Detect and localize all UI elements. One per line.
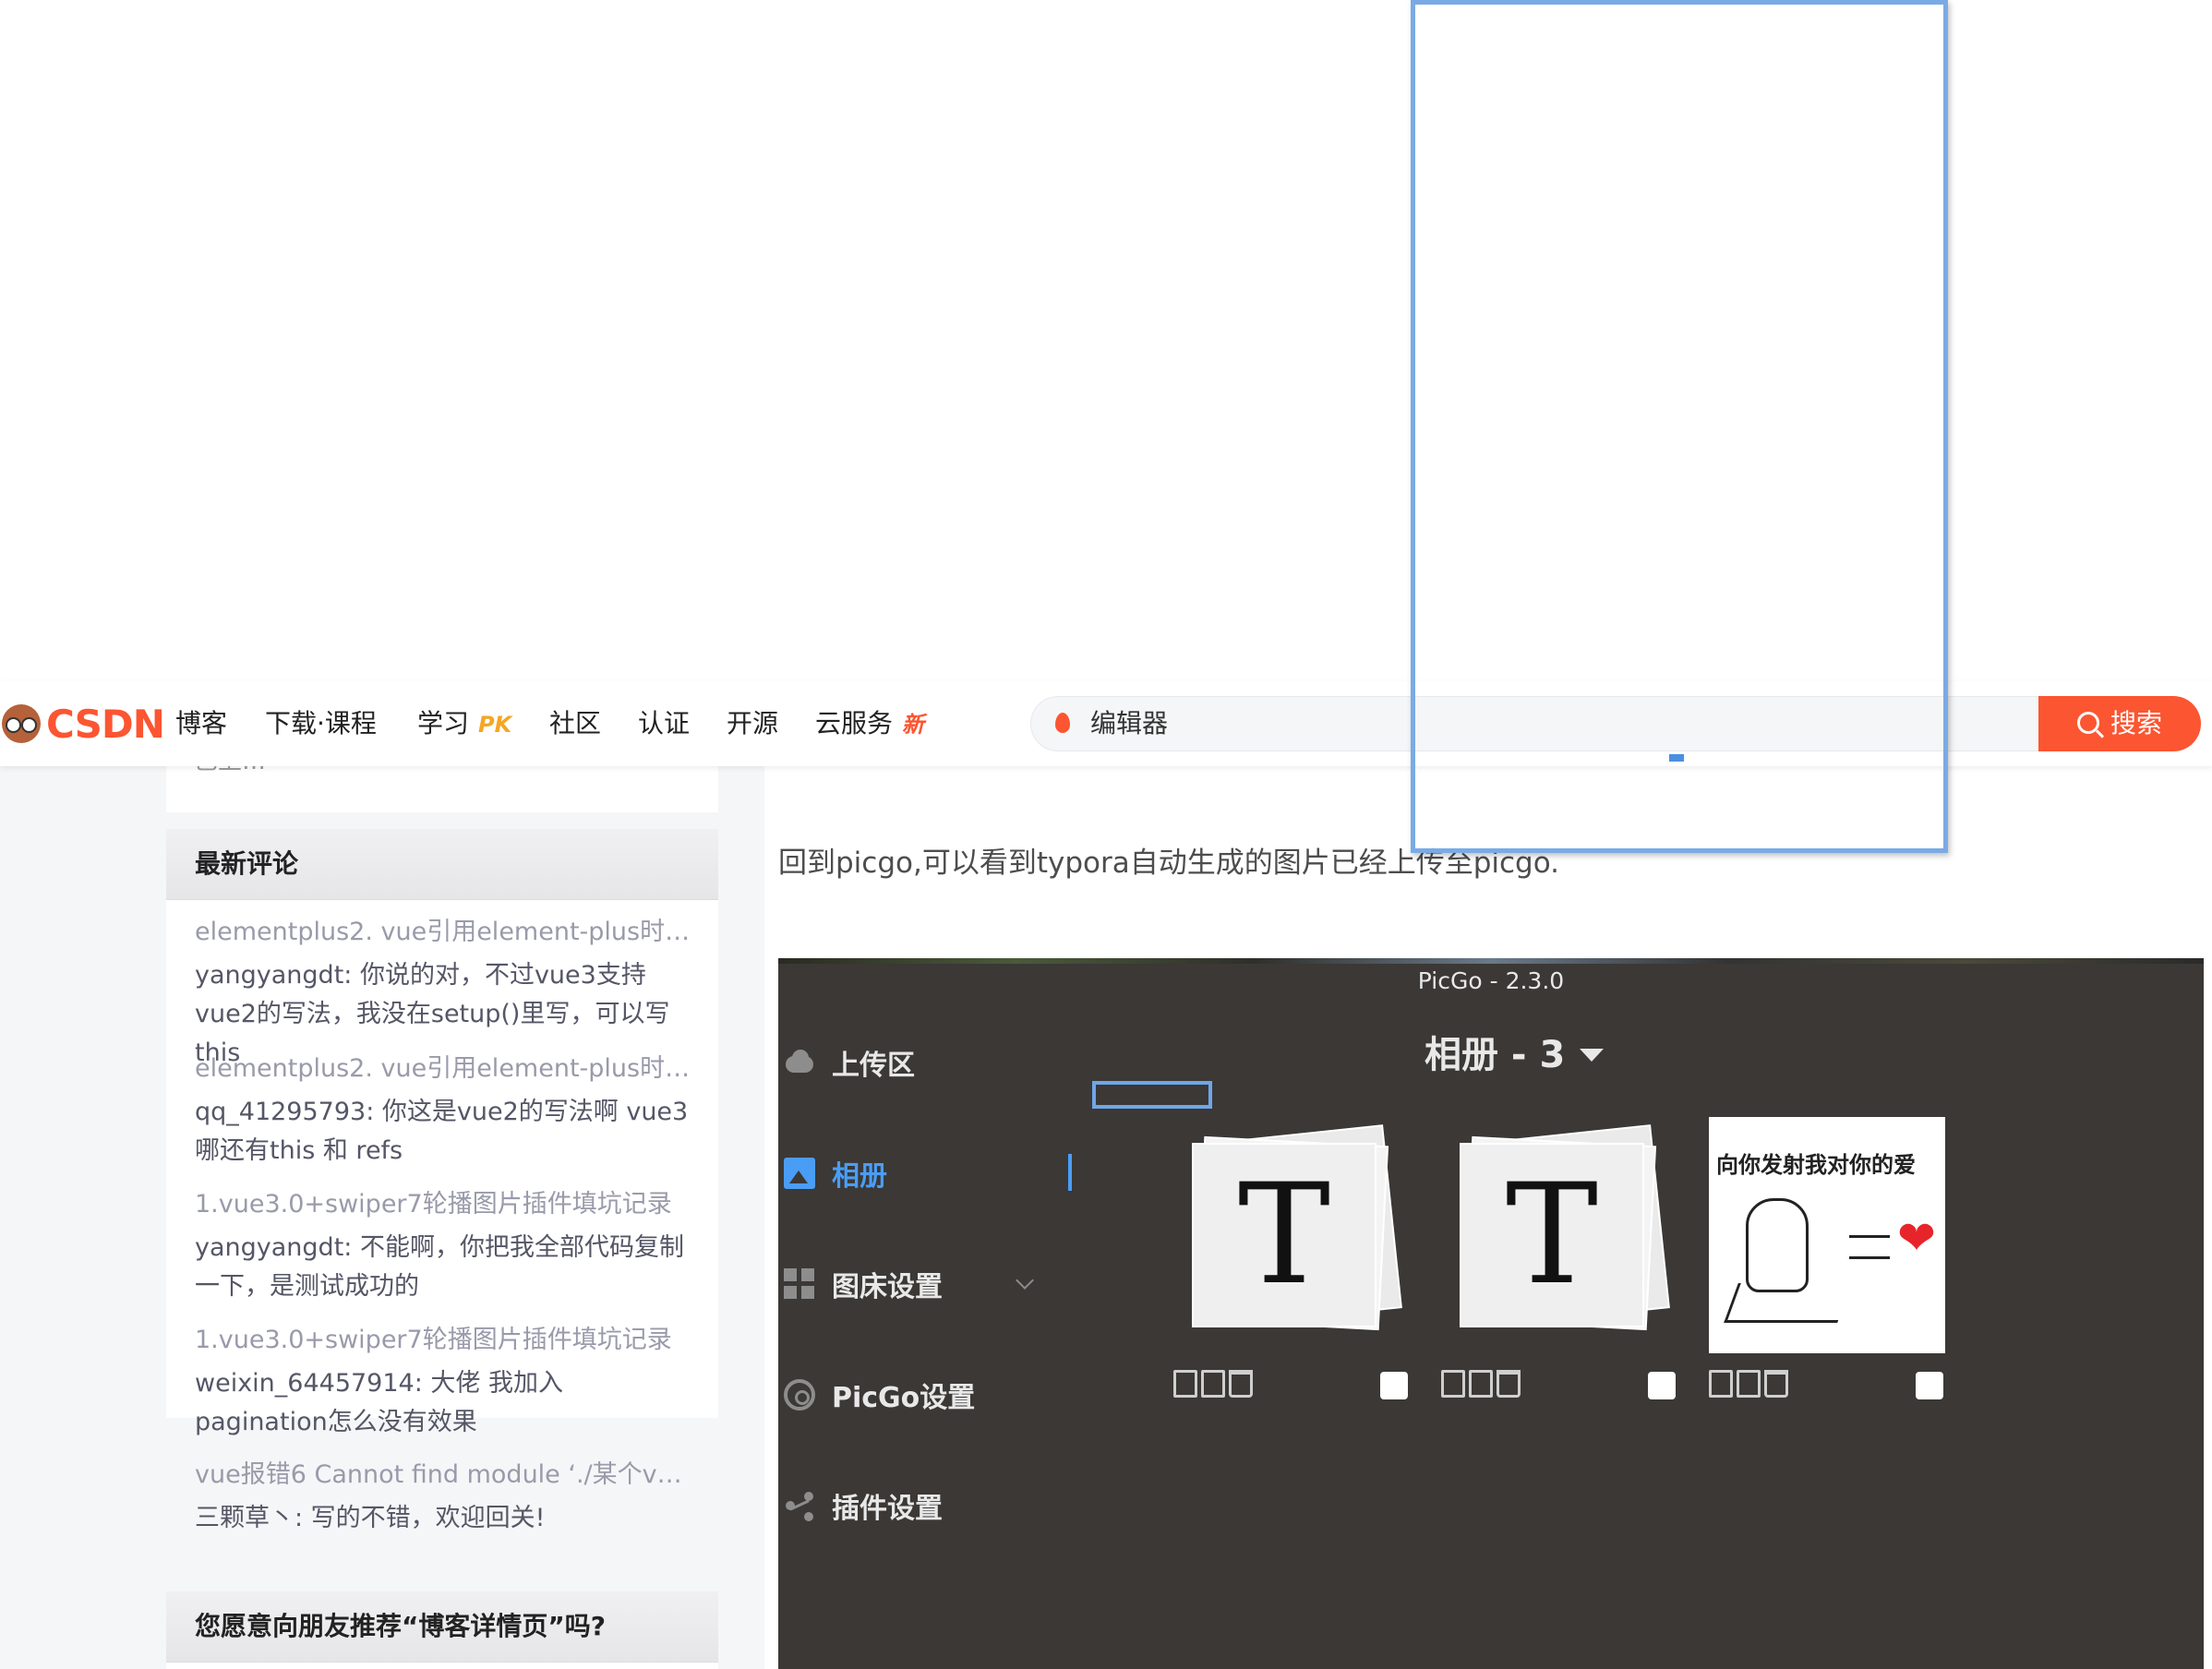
image-icon [784, 1158, 815, 1189]
comment-item: elementplus2. vue引用element-plus时清… qq_41… [195, 1051, 693, 1171]
meme-legs [1724, 1283, 1852, 1323]
chevron-down-icon[interactable] [1016, 1271, 1034, 1290]
edit-icon[interactable] [1469, 1370, 1493, 1398]
picgo-menu-bed-settings[interactable]: 图床设置 [784, 1261, 943, 1307]
window-top-strip [778, 958, 2204, 964]
typora-t-image: T [1461, 1145, 1642, 1326]
search-button[interactable]: 搜索 [2038, 696, 2201, 751]
meme-figure [1746, 1198, 1809, 1292]
picgo-menu-album[interactable]: 相册 [784, 1150, 887, 1196]
mascot-icon [2, 704, 41, 743]
comment-text: qq_41295793: 你这是vue2的写法啊 vue3哪还有this 和 r… [195, 1098, 689, 1165]
copy-link-icon[interactable] [1441, 1370, 1465, 1398]
edit-icon[interactable] [1201, 1370, 1225, 1398]
image-checkbox[interactable] [1916, 1372, 1943, 1399]
csdn-logo[interactable]: CSDN [0, 696, 165, 751]
comment-source-link[interactable]: elementplus2. vue引用element-plus时清… [195, 914, 693, 951]
recommend-title: 您愿意向朋友推荐“博客详情页”吗? [195, 1611, 607, 1641]
nav-label: 云服务 [815, 708, 894, 738]
picgo-window-title: PicGo - 2.3.0 [1417, 967, 1565, 994]
nav-label: 下载·课程 [265, 708, 377, 738]
new-badge: 新 [902, 712, 925, 738]
menu-label: 图床设置 [832, 1271, 943, 1303]
nav-item-cloud[interactable]: 云服务新 [815, 681, 924, 766]
picgo-menu-upload[interactable]: 上传区 [784, 1039, 915, 1086]
menu-label: 插件设置 [832, 1493, 943, 1525]
picgo-menu-plugins[interactable]: 插件设置 [784, 1483, 943, 1529]
nav-item-blog[interactable]: 博客 [175, 681, 227, 766]
image-actions [1709, 1370, 1788, 1398]
card-header: 最新评论 [166, 829, 718, 900]
screenshot-selection-rect[interactable] [1411, 0, 1948, 853]
search-button-label: 搜索 [2110, 708, 2162, 738]
typora-t-image: T [1194, 1145, 1375, 1326]
meme-caption: 向你发射我对你的爱 [1716, 1152, 1916, 1178]
nav-item-opensource[interactable]: 开源 [727, 681, 778, 766]
latest-comments-card: 最新评论 elementplus2. vue引用element-plus时清… … [166, 829, 718, 1532]
heart-icon: ❤ [1897, 1211, 1936, 1265]
edit-icon[interactable] [1737, 1370, 1761, 1398]
nav-label: 博客 [175, 708, 228, 738]
gear-icon [784, 1379, 815, 1411]
nav-item-community[interactable]: 社区 [549, 681, 601, 766]
delete-icon[interactable] [1229, 1370, 1253, 1398]
comment-text: yangyangdt: 不能啊，你把我全部代码复制一下，是测试成功的 [195, 1233, 684, 1301]
comment-item: 1.vue3.0+swiper7轮播图片插件填坑记录 weixin_644579… [195, 1322, 693, 1442]
comment-source-link[interactable]: 1.vue3.0+swiper7轮播图片插件填坑记录 [195, 1186, 693, 1223]
comment-text: weixin_64457914: 大佬 我加入pagination怎么没有效果 [195, 1369, 563, 1436]
left-sidebar: 已上… 最新评论 elementplus2. vue引用element-plus… [0, 766, 764, 1669]
comment-item: 1.vue3.0+swiper7轮播图片插件填坑记录 yangyangdt: 不… [195, 1186, 693, 1306]
nav-item-learn[interactable]: 学习 PK [417, 681, 511, 766]
comment-source-link[interactable]: elementplus2. vue引用element-plus时清… [195, 1051, 693, 1087]
author-stats-card: 已上… [166, 766, 718, 812]
delete-icon[interactable] [1764, 1370, 1788, 1398]
grid-icon [784, 1268, 815, 1300]
latest-comments-title: 最新评论 [195, 848, 299, 879]
copy-link-icon[interactable] [1173, 1370, 1197, 1398]
cloud-upload-icon [784, 1047, 815, 1078]
menu-label: PicGo设置 [832, 1382, 976, 1414]
comment-source-link[interactable]: vue报错6 Cannot find module ‘./某个vue … [195, 1457, 693, 1494]
nav-label: 学习 [417, 708, 470, 738]
comment-item: vue报错6 Cannot find module ‘./某个vue … 三颗草… [195, 1457, 693, 1538]
menu-label: 相册 [832, 1160, 887, 1193]
picgo-screenshot: PicGo - 2.3.0 上传区 相册 图床设置 PicGo设置 插件设置 相… [778, 958, 2204, 1669]
card-header: 您愿意向朋友推荐“博客详情页”吗? [166, 1591, 718, 1663]
image-checkbox[interactable] [1380, 1372, 1408, 1399]
album-title-text: 相册 - 3 [1425, 1034, 1566, 1076]
album-image-meme[interactable]: 向你发射我对你的爱 ❤ [1709, 1117, 1945, 1353]
stats-cut-text: 已上… [194, 766, 266, 776]
comment-item: elementplus2. vue引用element-plus时清… yangy… [195, 914, 693, 1073]
meme-motion-lines [1849, 1235, 1890, 1259]
logo-wordmark: CSDN [46, 701, 165, 747]
pk-badge: PK [478, 712, 512, 738]
comment-source-link[interactable]: 1.vue3.0+swiper7轮播图片插件填坑记录 [195, 1322, 693, 1359]
nav-label: 开源 [727, 708, 779, 738]
album-image[interactable]: T [1441, 1117, 1677, 1353]
recommend-card: 您愿意向朋友推荐“博客详情页”吗? [166, 1591, 718, 1669]
nav-item-certification[interactable]: 认证 [638, 681, 690, 766]
selection-marker [1092, 1081, 1212, 1109]
copy-link-icon[interactable] [1709, 1370, 1733, 1398]
nav-label: 社区 [549, 708, 602, 738]
hot-flame-icon [1055, 713, 1070, 733]
caret-down-icon [1580, 1049, 1605, 1062]
nav-label: 认证 [638, 708, 691, 738]
nav-item-download[interactable]: 下载·课程 [265, 681, 377, 766]
album-image[interactable]: T [1173, 1117, 1410, 1353]
active-menu-indicator [1068, 1154, 1072, 1191]
selection-resize-handle[interactable] [1669, 754, 1684, 762]
search-query: 编辑器 [1090, 708, 1169, 738]
image-actions [1441, 1370, 1521, 1398]
search-icon [2076, 712, 2099, 734]
comment-text: 三颗草丶: 写的不错，欢迎回关! [195, 1504, 546, 1532]
picgo-menu-settings[interactable]: PicGo设置 [784, 1372, 975, 1418]
menu-label: 上传区 [832, 1050, 915, 1082]
share-icon [784, 1490, 815, 1521]
delete-icon[interactable] [1497, 1370, 1521, 1398]
image-actions [1173, 1370, 1253, 1398]
image-checkbox[interactable] [1648, 1372, 1676, 1399]
album-title[interactable]: 相册 - 3 [1425, 1025, 1605, 1078]
